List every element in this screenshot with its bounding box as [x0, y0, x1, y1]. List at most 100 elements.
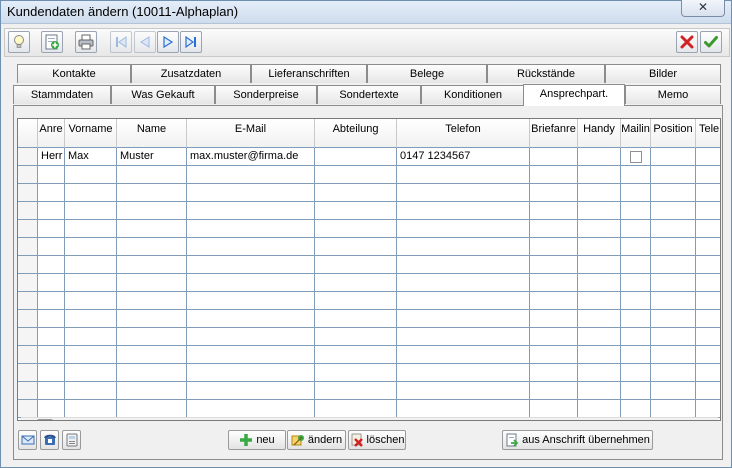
cell-handy[interactable]	[578, 346, 621, 364]
cell-mailing[interactable]	[621, 274, 651, 292]
cell-abteilung[interactable]	[315, 382, 397, 400]
cell-abteilung[interactable]	[315, 166, 397, 184]
column-header-name[interactable]: Name	[117, 119, 187, 148]
cell-handy[interactable]	[578, 148, 621, 166]
cell-email[interactable]	[187, 256, 315, 274]
cell-abteilung[interactable]	[315, 274, 397, 292]
cell-vorname[interactable]	[65, 220, 117, 238]
cell-handy[interactable]	[578, 238, 621, 256]
cell-telefax[interactable]	[696, 202, 720, 220]
cell-vorname[interactable]	[65, 346, 117, 364]
cell-briefanrede[interactable]	[530, 292, 578, 310]
cell-abteilung[interactable]	[315, 148, 397, 166]
cell-anrede[interactable]	[38, 202, 65, 220]
cell-position[interactable]	[651, 256, 696, 274]
cell-telefax[interactable]	[696, 346, 720, 364]
cell-briefanrede[interactable]	[530, 310, 578, 328]
cell-anrede[interactable]	[38, 364, 65, 382]
cell-telefax[interactable]	[696, 238, 720, 256]
row-header[interactable]	[18, 364, 38, 382]
next-record-button[interactable]	[157, 31, 179, 53]
cell-name[interactable]	[117, 382, 187, 400]
cell-mailing[interactable]	[621, 202, 651, 220]
cell-anrede[interactable]	[38, 238, 65, 256]
cell-vorname[interactable]	[65, 328, 117, 346]
cell-briefanrede[interactable]	[530, 166, 578, 184]
cell-telefon[interactable]	[397, 328, 530, 346]
cell-handy[interactable]	[578, 292, 621, 310]
cell-name[interactable]	[117, 184, 187, 202]
cell-email[interactable]	[187, 202, 315, 220]
cell-mailing[interactable]	[621, 184, 651, 202]
cell-vorname[interactable]	[65, 238, 117, 256]
delete-contact-button[interactable]: löschen	[348, 430, 406, 450]
cell-telefon[interactable]	[397, 256, 530, 274]
email-button[interactable]	[18, 430, 37, 450]
cell-vorname[interactable]	[65, 364, 117, 382]
cell-abteilung[interactable]	[315, 220, 397, 238]
scroll-left-icon[interactable]: ◀	[21, 418, 35, 420]
tab-bilder[interactable]: Bilder	[605, 64, 721, 83]
cell-telefax[interactable]	[696, 184, 720, 202]
cell-name[interactable]	[117, 310, 187, 328]
cell-position[interactable]	[651, 382, 696, 400]
cell-telefon[interactable]	[397, 364, 530, 382]
cell-anrede[interactable]: Herr	[38, 148, 65, 166]
column-header-vorname[interactable]: Vorname	[65, 119, 117, 148]
cell-email[interactable]	[187, 166, 315, 184]
cell-briefanrede[interactable]	[530, 220, 578, 238]
row-header[interactable]	[18, 220, 38, 238]
tab-stammdaten[interactable]: Stammdaten	[13, 85, 111, 104]
cell-anrede[interactable]	[38, 166, 65, 184]
cell-abteilung[interactable]	[315, 256, 397, 274]
cell-vorname[interactable]	[65, 310, 117, 328]
cell-telefon[interactable]	[397, 220, 530, 238]
row-header[interactable]	[18, 400, 38, 418]
cell-telefon[interactable]	[397, 238, 530, 256]
cell-abteilung[interactable]	[315, 364, 397, 382]
cell-briefanrede[interactable]	[530, 184, 578, 202]
hint-button[interactable]	[8, 31, 30, 53]
cell-briefanrede[interactable]	[530, 400, 578, 418]
cell-position[interactable]	[651, 274, 696, 292]
cell-mailing[interactable]	[621, 382, 651, 400]
cell-vorname[interactable]: Max	[65, 148, 117, 166]
cell-anrede[interactable]	[38, 328, 65, 346]
cell-mailing[interactable]	[621, 292, 651, 310]
cell-email[interactable]	[187, 292, 315, 310]
cell-name[interactable]	[117, 292, 187, 310]
cell-position[interactable]	[651, 346, 696, 364]
cell-vorname[interactable]	[65, 256, 117, 274]
cell-position[interactable]	[651, 238, 696, 256]
tab-was-gekauft[interactable]: Was Gekauft	[111, 85, 215, 104]
scrollbar-thumb[interactable]	[37, 419, 53, 420]
row-header[interactable]	[18, 202, 38, 220]
column-header-briefanrede[interactable]: Briefanre	[530, 119, 578, 148]
cell-vorname[interactable]	[65, 184, 117, 202]
cell-telefon[interactable]	[397, 274, 530, 292]
copy-from-address-button[interactable]: aus Anschrift übernehmen	[502, 430, 653, 450]
cell-telefax[interactable]	[696, 220, 720, 238]
cell-position[interactable]	[651, 148, 696, 166]
previous-record-button[interactable]	[134, 31, 156, 53]
cell-telefax[interactable]	[696, 364, 720, 382]
cell-telefon[interactable]	[397, 166, 530, 184]
cell-telefax[interactable]	[696, 148, 720, 166]
cell-telefon[interactable]: 0147 1234567	[397, 148, 530, 166]
scroll-right-icon[interactable]: ▶	[704, 418, 718, 420]
cell-email[interactable]	[187, 274, 315, 292]
cell-vorname[interactable]	[65, 400, 117, 418]
cell-vorname[interactable]	[65, 382, 117, 400]
phone-button[interactable]	[40, 430, 59, 450]
close-button[interactable]: ✕	[681, 0, 725, 17]
new-contact-button[interactable]: neu	[228, 430, 286, 450]
column-header-position[interactable]: Position	[651, 119, 696, 148]
cell-email[interactable]: max.muster@firma.de	[187, 148, 315, 166]
cell-mailing[interactable]	[621, 346, 651, 364]
cell-mailing[interactable]	[621, 148, 651, 166]
cell-name[interactable]	[117, 202, 187, 220]
cell-mailing[interactable]	[621, 220, 651, 238]
cell-mailing[interactable]	[621, 238, 651, 256]
cell-position[interactable]	[651, 220, 696, 238]
row-header[interactable]	[18, 238, 38, 256]
